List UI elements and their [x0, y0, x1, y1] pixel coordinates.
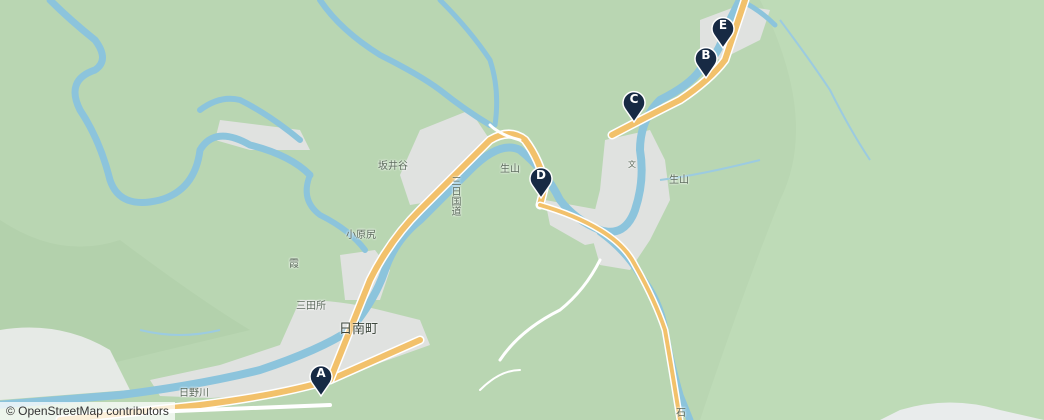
marker-letter: E — [718, 18, 728, 32]
map-marker-a[interactable]: A — [308, 363, 334, 397]
town-label-nichinan: 日南町 — [339, 322, 379, 337]
map-marker-d[interactable]: D — [528, 165, 554, 199]
marker-letter: D — [536, 168, 546, 182]
map-marker-b[interactable]: B — [693, 45, 719, 79]
marker-letter: A — [316, 366, 326, 380]
map-marker-e[interactable]: E — [710, 15, 736, 49]
place-label-sakaidani: 坂井谷 — [378, 161, 408, 172]
marker-letter: C — [629, 92, 639, 106]
place-label-ikuyama-west: 生山 — [500, 164, 520, 175]
school-symbol: 文 — [628, 160, 636, 169]
map-base-layer — [0, 0, 1044, 420]
place-label-mitadokoro: 三田所 — [296, 301, 326, 312]
place-label-ishi: 石 — [676, 408, 686, 419]
map-canvas[interactable]: 日南町 坂井谷 小原尻 霞 三田所 生山 生山 日野川 三日国道 文 石 A B… — [0, 0, 1044, 420]
river-label-hinogawa: 日野川 — [179, 388, 209, 399]
road-label-route: 三日国道 — [449, 176, 460, 216]
marker-letter: B — [701, 48, 711, 62]
place-label-kasumi: 霞 — [289, 259, 299, 270]
place-label-ikuyama-east: 生山 — [669, 175, 689, 186]
map-marker-c[interactable]: C — [621, 89, 647, 123]
map-attribution[interactable]: © OpenStreetMap contributors — [0, 402, 175, 420]
place-label-kobarajiri: 小原尻 — [346, 230, 376, 241]
